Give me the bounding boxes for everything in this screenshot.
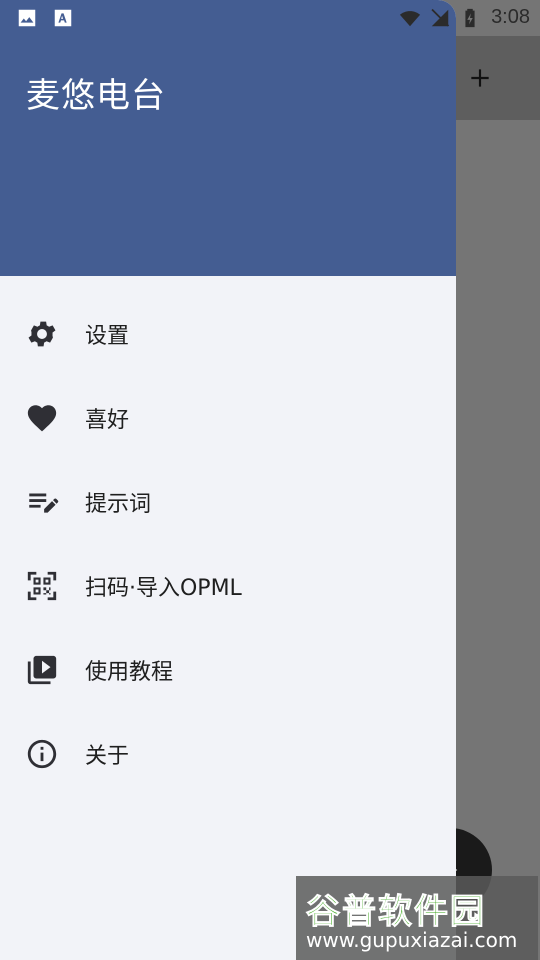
drawer-header: 麦悠电台 bbox=[0, 0, 456, 276]
status-time: 3:08 bbox=[491, 6, 530, 28]
menu-item-favorites[interactable]: 喜好 bbox=[0, 376, 456, 460]
menu-label-tutorial: 使用教程 bbox=[85, 660, 174, 685]
menu-label-prompts: 提示词 bbox=[85, 492, 152, 517]
wifi-icon bbox=[399, 7, 421, 29]
menu-item-settings[interactable]: 设置 bbox=[0, 292, 456, 376]
heart-icon bbox=[24, 400, 60, 436]
no-signal-icon bbox=[429, 7, 451, 29]
menu-label-settings: 设置 bbox=[85, 324, 130, 349]
battery-charging-icon bbox=[459, 7, 481, 29]
video-library-icon bbox=[24, 652, 60, 688]
watermark-title: 谷普软件园 bbox=[306, 892, 486, 933]
menu-item-scan-import[interactable]: 扫码·导入OPML bbox=[0, 544, 456, 628]
menu-item-prompts[interactable]: 提示词 bbox=[0, 460, 456, 544]
text-notification-icon bbox=[52, 7, 74, 29]
status-bar: 3:08 bbox=[0, 0, 540, 36]
app-title: 麦悠电台 bbox=[26, 76, 166, 116]
qr-code-icon bbox=[24, 568, 60, 604]
info-icon bbox=[24, 736, 60, 772]
add-button[interactable] bbox=[462, 60, 498, 96]
watermark-url: www.gupuxiazai.com bbox=[306, 928, 518, 952]
menu-label-scan-import: 扫码·导入OPML bbox=[85, 576, 242, 601]
edit-list-icon bbox=[24, 484, 60, 520]
image-notification-icon bbox=[16, 7, 38, 29]
gear-icon bbox=[24, 316, 60, 352]
menu-item-about[interactable]: 关于 bbox=[0, 712, 456, 796]
menu-label-about: 关于 bbox=[85, 744, 130, 769]
menu-label-favorites: 喜好 bbox=[85, 408, 130, 433]
plus-icon bbox=[471, 69, 489, 87]
navigation-drawer: 麦悠电台 设置 喜好 提示词 扫码·导入OPML 使用教程 关于 bbox=[0, 0, 456, 960]
watermark: 谷普软件园 www.gupuxiazai.com bbox=[296, 876, 538, 960]
drawer-menu: 设置 喜好 提示词 扫码·导入OPML 使用教程 关于 bbox=[0, 292, 456, 796]
menu-item-tutorial[interactable]: 使用教程 bbox=[0, 628, 456, 712]
